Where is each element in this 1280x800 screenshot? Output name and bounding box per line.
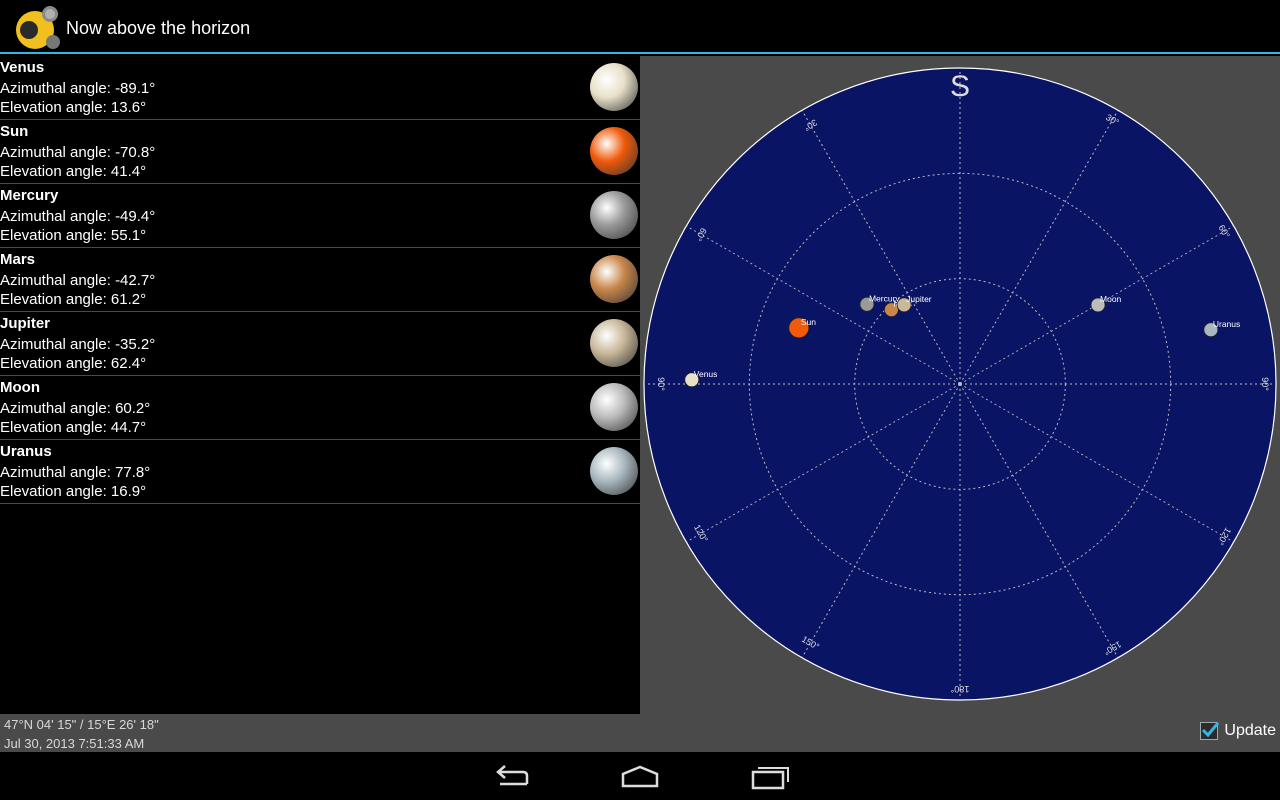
- back-icon[interactable]: [482, 762, 542, 792]
- list-item[interactable]: Mars Azimuthal angle: -42.7° Elevation ang…: [0, 248, 640, 312]
- moon-thumbnail: [590, 383, 638, 431]
- body-name: Mercury: [0, 187, 59, 204]
- update-label: Update: [1224, 722, 1276, 739]
- uranus-marker-label: Uranus: [1213, 319, 1240, 329]
- elevation-text: Elevation angle: 41.4°: [0, 163, 147, 180]
- body-name: Venus: [0, 59, 45, 76]
- azimuth-text: Azimuthal angle: 60.2°: [0, 400, 151, 417]
- azimuth-text: Azimuthal angle: -42.7°: [0, 272, 156, 289]
- south-direction-label: S: [950, 70, 970, 103]
- list-item[interactable]: Sun Azimuthal angle: -70.8° Elevation angl…: [0, 120, 640, 184]
- system-nav-bar: [0, 752, 1280, 800]
- mercury-thumbnail: [590, 191, 638, 239]
- venus-marker-label: Venus: [694, 369, 718, 379]
- update-toggle[interactable]: Update: [1200, 720, 1276, 742]
- azimuth-text: Azimuthal angle: -89.1°: [0, 80, 156, 97]
- elevation-text: Elevation angle: 16.9°: [0, 483, 147, 500]
- sky-chart[interactable]: 30°60°90°120°150°180°150°120°90°60°30°SV…: [640, 56, 1280, 714]
- elevation-text: Elevation angle: 55.1°: [0, 227, 147, 244]
- action-bar: Now above the horizon: [0, 0, 1280, 54]
- recent-apps-icon[interactable]: [738, 762, 798, 792]
- azimuth-label: 90°: [1260, 377, 1270, 391]
- azimuth-text: Azimuthal angle: -49.4°: [0, 208, 156, 225]
- date-time: Jul 30, 2013 7:51:33 AM: [4, 736, 145, 751]
- list-item[interactable]: Mercury Azimuthal angle: -49.4° Elevation …: [0, 184, 640, 248]
- body-name: Jupiter: [0, 315, 51, 332]
- body-name: Sun: [0, 123, 29, 140]
- list-item[interactable]: Venus Azimuthal angle: -89.1° Elevation an…: [0, 56, 640, 120]
- check-icon: [1202, 722, 1220, 738]
- elevation-text: Elevation angle: 13.6°: [0, 99, 147, 116]
- azimuth-label: 90°: [656, 377, 666, 391]
- sun-thumbnail: [590, 127, 638, 175]
- sun-marker-label: Sun: [801, 317, 816, 327]
- azimuth-text: Azimuthal angle: -70.8°: [0, 144, 156, 161]
- list-item[interactable]: Uranus Azimuthal angle: 77.8° Elevation an…: [0, 440, 640, 504]
- elevation-text: Elevation angle: 44.7°: [0, 419, 147, 436]
- moon-marker-label: Moon: [1100, 294, 1122, 304]
- update-checkbox[interactable]: [1200, 722, 1220, 740]
- location-coordinates: 47°N 04' 15" / 15°E 26' 18": [4, 717, 159, 732]
- jupiter-marker-label: Jupiter: [906, 294, 932, 304]
- footer-bar: 47°N 04' 15" / 15°E 26' 18" Jul 30, 2013…: [0, 714, 1280, 752]
- sun-planet-app-icon[interactable]: [10, 3, 62, 51]
- sky-chart-panel: 30° 60° 90° 120° 150° 180° 150° 120° 90° 60° 30° S V…: [640, 56, 1280, 714]
- list-item[interactable]: Jupiter Azimuthal angle: -35.2° Elevation …: [0, 312, 640, 376]
- elevation-text: Elevation angle: 62.4°: [0, 355, 147, 372]
- azimuth-text: Azimuthal angle: -35.2°: [0, 336, 156, 353]
- uranus-thumbnail: [590, 447, 638, 495]
- body-list: Venus Azimuthal angle: -89.1° Elevation an…: [0, 56, 640, 714]
- mars-thumbnail: [590, 255, 638, 303]
- body-name: Moon: [0, 379, 40, 396]
- body-name: Uranus: [0, 443, 52, 460]
- list-item[interactable]: Moon Azimuthal angle: 60.2° Elevation angl…: [0, 376, 640, 440]
- elevation-text: Elevation angle: 61.2°: [0, 291, 147, 308]
- page-title: Now above the horizon: [66, 18, 251, 38]
- venus-thumbnail: [590, 63, 638, 111]
- azimuth-text: Azimuthal angle: 77.8°: [0, 464, 151, 481]
- home-icon[interactable]: [610, 762, 670, 792]
- jupiter-thumbnail: [590, 319, 638, 367]
- azimuth-label: 180°: [950, 684, 969, 694]
- body-name: Mars: [0, 251, 36, 268]
